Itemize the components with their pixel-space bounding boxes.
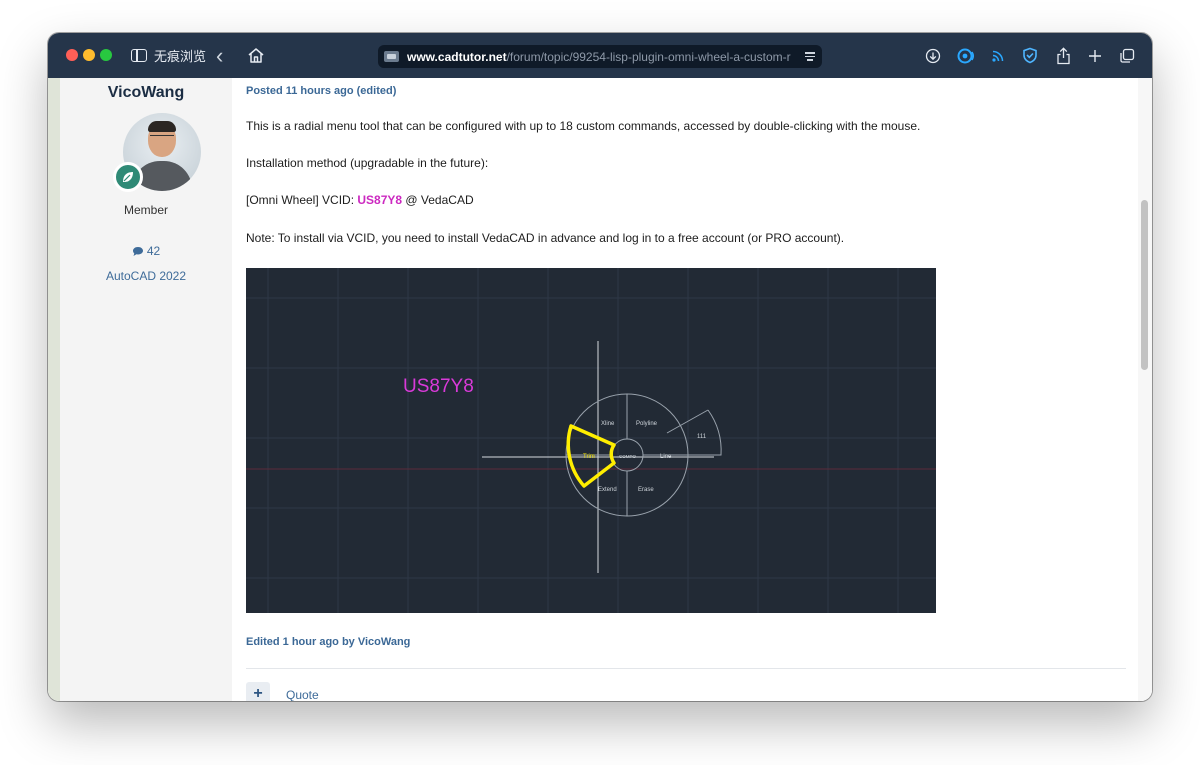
segment-line-label: Line	[660, 454, 672, 460]
close-window-button[interactable]	[66, 49, 78, 61]
downloads-button[interactable]	[922, 33, 944, 78]
rss-icon	[992, 50, 1004, 62]
plus-icon	[1089, 49, 1101, 62]
quote-button[interactable]: Quote	[286, 688, 319, 701]
home-icon	[248, 48, 264, 63]
browser-window: 无痕浏览 ‹ www.cadtutor.net/forum/topic/9925…	[48, 33, 1152, 701]
scrollbar-thumb[interactable]	[1141, 200, 1148, 370]
share-button[interactable]	[1052, 33, 1074, 78]
minimize-window-button[interactable]	[83, 49, 95, 61]
vcid-line: [Omni Wheel] VCID: US87Y8 @ VedaCAD	[246, 193, 474, 207]
segment-xline-label: Xline	[601, 421, 615, 427]
page-scrollbar[interactable]	[1138, 78, 1152, 701]
shield-extension-button[interactable]	[1019, 33, 1041, 78]
add-reaction-button[interactable]: +	[246, 682, 270, 701]
url-path: /forum/topic/99254-lisp-plugin-omni-whee…	[506, 49, 791, 64]
author-software-version: AutoCAD 2022	[105, 269, 187, 283]
cad-drawing: US87Y8 Xline Polyline Trim COMPO Line Ex…	[246, 268, 936, 613]
author-post-count[interactable]: 42	[60, 244, 232, 258]
author-rank: Member	[123, 203, 168, 217]
segment-extra-label: 111	[697, 434, 707, 440]
private-browsing-label: 无痕浏览	[154, 49, 207, 64]
shield-icon	[1023, 47, 1037, 64]
sidebar-toggle-button[interactable]: 无痕浏览	[131, 33, 206, 78]
tabs-icon	[1120, 48, 1135, 63]
home-button[interactable]	[247, 33, 265, 78]
post-count-value: 42	[146, 244, 161, 258]
edited-note: Edited 1 hour ago by VicoWang	[246, 636, 411, 648]
extension-eye-icon	[957, 48, 975, 63]
chevron-left-icon: ‹	[216, 42, 224, 68]
rss-button[interactable]	[987, 33, 1009, 78]
extension-button[interactable]	[955, 33, 977, 78]
vcid-code: US87Y8	[357, 193, 403, 207]
segment-polyline-label: Polyline	[636, 421, 658, 427]
browser-toolbar: 无痕浏览 ‹ www.cadtutor.net/forum/topic/9925…	[48, 33, 1152, 78]
download-icon	[925, 48, 941, 63]
post-body: Posted 11 hours ago (edited) This is a r…	[246, 78, 1126, 701]
page-content: VicoWang Member 42 AutoCAD 2022 Posted 1…	[48, 78, 1152, 701]
comment-icon	[132, 246, 143, 256]
rank-badge	[113, 162, 143, 192]
sidebar-icon	[131, 49, 147, 62]
url-text: www.cadtutor.net/forum/topic/99254-lisp-…	[407, 50, 798, 64]
leaf-icon	[123, 172, 133, 182]
zoom-window-button[interactable]	[100, 49, 112, 61]
vcid-suffix: @ VedaCAD	[402, 193, 474, 207]
author-name-link[interactable]: VicoWang	[60, 84, 232, 102]
tab-overview-button[interactable]	[1116, 33, 1138, 78]
page-left-edge	[48, 78, 60, 701]
share-icon	[1056, 46, 1070, 64]
segment-trim-label: Trim	[583, 454, 595, 460]
vcid-prefix: [Omni Wheel] VCID:	[246, 193, 358, 207]
omni-wheel-screenshot[interactable]: US87Y8 Xline Polyline Trim COMPO Line Ex…	[246, 268, 936, 613]
back-button[interactable]: ‹	[216, 33, 223, 78]
reader-mode-icon[interactable]	[798, 52, 822, 61]
new-tab-button[interactable]	[1084, 33, 1106, 78]
segment-erase-label: Erase	[638, 487, 654, 493]
post-intro-text: This is a radial menu tool that can be c…	[246, 119, 921, 133]
segment-extend-label: Extend	[598, 487, 617, 493]
wheel-center-label: COMPO	[619, 454, 637, 459]
site-favicon-icon	[384, 51, 399, 62]
install-heading-text: Installation method (upgradable in the f…	[246, 156, 489, 170]
post-divider	[246, 668, 1126, 669]
author-panel: VicoWang Member 42 AutoCAD 2022	[60, 78, 232, 701]
install-note-text: Note: To install via VCID, you need to i…	[246, 231, 845, 245]
url-host: www.cadtutor.net	[407, 49, 507, 64]
post-timestamp[interactable]: Posted 11 hours ago (edited)	[246, 85, 396, 97]
cad-code-label: US87Y8	[403, 376, 474, 397]
address-bar[interactable]: www.cadtutor.net/forum/topic/99254-lisp-…	[378, 45, 822, 68]
